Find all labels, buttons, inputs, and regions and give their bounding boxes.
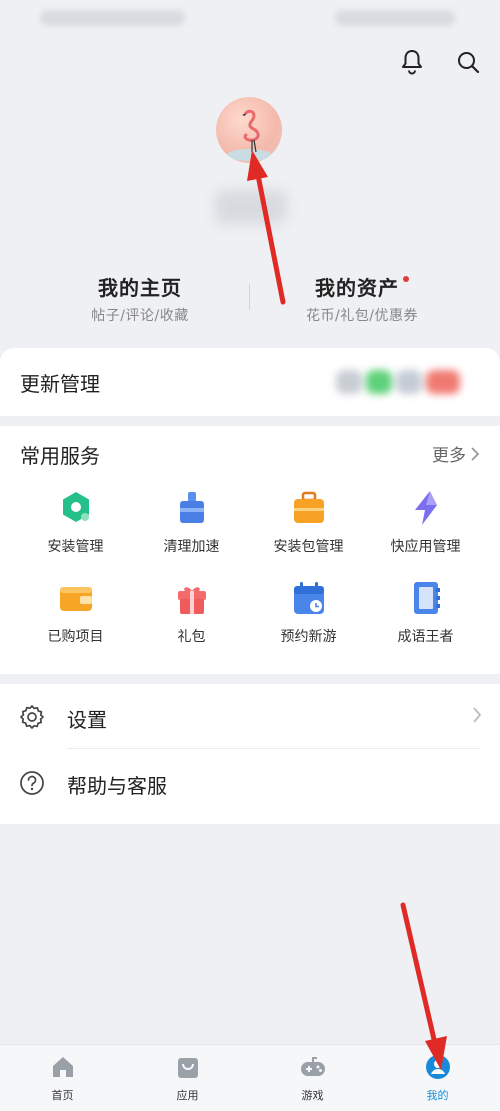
shopping-bag-icon: [177, 1058, 198, 1078]
status-bar-blurred-right: [335, 10, 455, 26]
status-bar: [0, 0, 500, 40]
bell-icon[interactable]: [398, 48, 426, 76]
more-label: 更多: [432, 446, 466, 466]
stats-divider: [249, 284, 250, 310]
menu-card: 设置 帮助与客服: [0, 684, 500, 824]
my-homepage-link[interactable]: 我的主页 帖子/评论/收藏: [40, 272, 240, 325]
tab-apps[interactable]: 应用: [125, 1053, 250, 1103]
update-app-icons-blurred: [336, 370, 460, 394]
home-icon: [52, 1057, 73, 1077]
tab-home[interactable]: 首页: [0, 1053, 125, 1103]
nickname-blurred: [215, 190, 287, 224]
service-label: 安装管理: [47, 539, 104, 555]
service-install-manage[interactable]: 安装管理: [13, 488, 138, 556]
service-reserve-game[interactable]: 预约新游: [246, 578, 371, 646]
help-icon: [20, 771, 44, 795]
service-quick-app[interactable]: 快应用管理: [363, 488, 488, 556]
notification-dot: [403, 276, 409, 282]
gamepad-icon: [300, 1057, 325, 1076]
service-label: 预约新游: [280, 629, 337, 645]
my-assets-title: 我的资产: [315, 276, 399, 300]
settings-row[interactable]: 设置: [0, 684, 500, 750]
common-services-card: 常用服务 更多 安装管理 清理加速 安装包管理 快应用管理 已购项目 礼包 预约…: [0, 426, 500, 674]
my-homepage-title: 我的主页: [98, 276, 182, 300]
avatar[interactable]: [216, 97, 282, 163]
service-package-manage[interactable]: 安装包管理: [246, 488, 371, 556]
tab-home-label: 首页: [51, 1089, 74, 1102]
tab-mine[interactable]: 我的: [375, 1053, 500, 1103]
service-purchased[interactable]: 已购项目: [13, 578, 138, 646]
tab-games-label: 游戏: [301, 1089, 324, 1102]
row-divider: [67, 748, 480, 749]
service-clean-boost[interactable]: 清理加速: [129, 488, 254, 556]
tab-mine-label: 我的: [426, 1089, 449, 1102]
tab-games[interactable]: 游戏: [250, 1053, 375, 1103]
chevron-right-icon: [473, 707, 482, 723]
flamingo-icon: [227, 109, 271, 161]
help-label: 帮助与客服: [67, 774, 167, 798]
help-row[interactable]: 帮助与客服: [0, 750, 500, 816]
package-manage-icon: [293, 491, 324, 523]
service-label: 已购项目: [47, 629, 104, 645]
quick-app-icon: [414, 491, 437, 525]
book-icon: [413, 582, 440, 614]
my-assets-link[interactable]: 我的资产 花币/礼包/优惠券: [262, 272, 462, 325]
update-manage-card[interactable]: 更新管理: [0, 348, 500, 416]
calendar-icon: [293, 582, 324, 614]
service-label: 快应用管理: [390, 539, 461, 555]
bottom-tab-bar: 首页 应用 游戏 我的: [0, 1044, 500, 1111]
status-bar-blurred-left: [40, 10, 185, 26]
service-label: 礼包: [177, 629, 206, 645]
my-homepage-sub: 帖子/评论/收藏: [91, 308, 189, 324]
services-title: 常用服务: [20, 444, 100, 468]
wallet-icon: [59, 587, 92, 611]
search-icon[interactable]: [454, 48, 482, 76]
profile-icon: [425, 1055, 450, 1079]
service-gift[interactable]: 礼包: [129, 578, 254, 646]
service-label: 成语王者: [397, 629, 454, 645]
gift-icon: [177, 587, 206, 614]
service-label: 清理加速: [163, 539, 220, 555]
chevron-right-icon: [471, 446, 480, 461]
settings-label: 设置: [67, 708, 107, 732]
profile-stats: 我的主页 帖子/评论/收藏 我的资产 花币/礼包/优惠券: [0, 272, 500, 328]
clean-boost-icon: [179, 492, 204, 523]
more-link[interactable]: 更多: [432, 441, 480, 466]
header-actions: [398, 48, 482, 76]
tab-apps-label: 应用: [176, 1089, 199, 1102]
install-manage-icon: [62, 492, 89, 522]
my-assets-sub: 花币/礼包/优惠券: [306, 308, 418, 324]
service-idiom-king[interactable]: 成语王者: [363, 578, 488, 646]
service-label: 安装包管理: [273, 539, 344, 555]
update-manage-title: 更新管理: [20, 372, 100, 396]
gear-icon: [20, 705, 44, 729]
